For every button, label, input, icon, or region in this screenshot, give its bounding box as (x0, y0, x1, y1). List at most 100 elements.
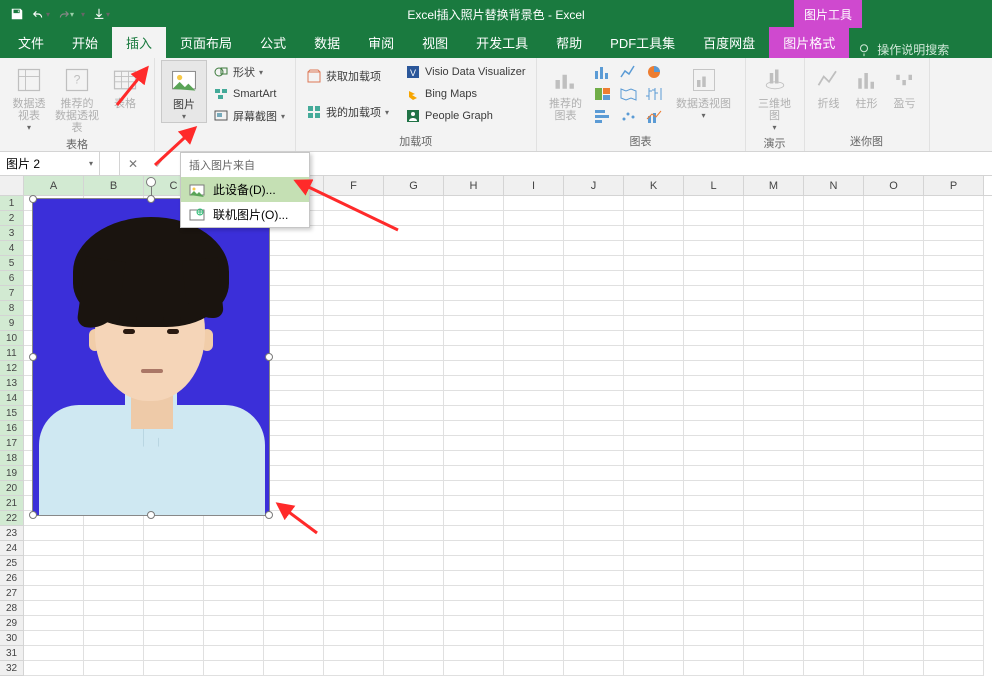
cell[interactable] (624, 556, 684, 571)
cell[interactable] (324, 406, 384, 421)
cell[interactable] (564, 241, 624, 256)
cell[interactable] (324, 421, 384, 436)
cell[interactable] (264, 271, 324, 286)
column-header[interactable]: P (924, 176, 984, 195)
cell[interactable] (444, 646, 504, 661)
cell[interactable] (324, 661, 384, 676)
cell[interactable] (204, 631, 264, 646)
cell[interactable] (84, 646, 144, 661)
cell[interactable] (504, 271, 564, 286)
column-header[interactable]: K (624, 176, 684, 195)
cell[interactable] (924, 241, 984, 256)
cell[interactable] (924, 616, 984, 631)
cell[interactable] (744, 241, 804, 256)
cell[interactable] (924, 361, 984, 376)
cell[interactable] (624, 226, 684, 241)
cell[interactable] (564, 211, 624, 226)
tab-page-layout[interactable]: 页面布局 (166, 27, 246, 58)
cell[interactable] (864, 556, 924, 571)
cell[interactable] (384, 271, 444, 286)
cell[interactable] (804, 211, 864, 226)
cell[interactable] (804, 601, 864, 616)
cell[interactable] (384, 241, 444, 256)
cell[interactable] (444, 631, 504, 646)
cell[interactable] (24, 541, 84, 556)
cell[interactable] (444, 661, 504, 676)
cell[interactable] (564, 391, 624, 406)
cell[interactable] (684, 226, 744, 241)
cell[interactable] (264, 361, 324, 376)
rotate-handle[interactable] (146, 177, 156, 187)
cell[interactable] (264, 571, 324, 586)
cell[interactable] (564, 436, 624, 451)
cell[interactable] (444, 196, 504, 211)
resize-handle-s[interactable] (147, 511, 155, 519)
cell[interactable] (384, 301, 444, 316)
cell[interactable] (624, 421, 684, 436)
cell[interactable] (324, 346, 384, 361)
cell[interactable] (264, 241, 324, 256)
cell[interactable] (444, 601, 504, 616)
cell[interactable] (384, 541, 444, 556)
cell[interactable] (684, 436, 744, 451)
name-box-dropdown-icon[interactable]: ▾ (89, 159, 93, 168)
cell[interactable] (864, 301, 924, 316)
cell[interactable] (144, 631, 204, 646)
cell[interactable] (744, 406, 804, 421)
cell[interactable] (324, 301, 384, 316)
cell[interactable] (504, 361, 564, 376)
cell[interactable] (564, 316, 624, 331)
cell[interactable] (264, 586, 324, 601)
cell[interactable] (684, 241, 744, 256)
cell[interactable] (504, 226, 564, 241)
cell[interactable] (744, 331, 804, 346)
row-header[interactable]: 9 (0, 316, 24, 331)
cell[interactable] (324, 316, 384, 331)
row-header[interactable]: 3 (0, 226, 24, 241)
cell[interactable] (384, 556, 444, 571)
column-header[interactable]: N (804, 176, 864, 195)
cell[interactable] (324, 601, 384, 616)
cell[interactable] (804, 466, 864, 481)
cell[interactable] (924, 286, 984, 301)
cell[interactable] (504, 511, 564, 526)
cell[interactable] (684, 256, 744, 271)
cell[interactable] (744, 496, 804, 511)
row-header[interactable]: 32 (0, 661, 24, 676)
cell[interactable] (684, 211, 744, 226)
cell[interactable] (684, 661, 744, 676)
cell[interactable] (264, 406, 324, 421)
cell[interactable] (84, 631, 144, 646)
cancel-button[interactable]: ✕ (120, 157, 146, 171)
cell[interactable] (924, 226, 984, 241)
cell[interactable] (384, 466, 444, 481)
cell[interactable] (24, 526, 84, 541)
cell[interactable] (264, 346, 324, 361)
cell[interactable] (564, 451, 624, 466)
cell[interactable] (384, 631, 444, 646)
cell[interactable] (804, 556, 864, 571)
cell[interactable] (24, 586, 84, 601)
cell[interactable] (864, 256, 924, 271)
cell[interactable] (264, 301, 324, 316)
cell[interactable] (444, 571, 504, 586)
cell[interactable] (864, 331, 924, 346)
row-header[interactable]: 16 (0, 421, 24, 436)
cell[interactable] (264, 286, 324, 301)
cell[interactable] (624, 586, 684, 601)
cell[interactable] (564, 421, 624, 436)
cell[interactable] (324, 451, 384, 466)
cell[interactable] (504, 466, 564, 481)
cell[interactable] (864, 466, 924, 481)
cell[interactable] (624, 406, 684, 421)
cell[interactable] (864, 586, 924, 601)
cell[interactable] (504, 316, 564, 331)
cell[interactable] (444, 466, 504, 481)
cell[interactable] (624, 286, 684, 301)
cell[interactable] (924, 556, 984, 571)
cell[interactable] (504, 391, 564, 406)
cell[interactable] (84, 526, 144, 541)
cell[interactable] (564, 196, 624, 211)
cell[interactable] (564, 556, 624, 571)
cell[interactable] (144, 601, 204, 616)
